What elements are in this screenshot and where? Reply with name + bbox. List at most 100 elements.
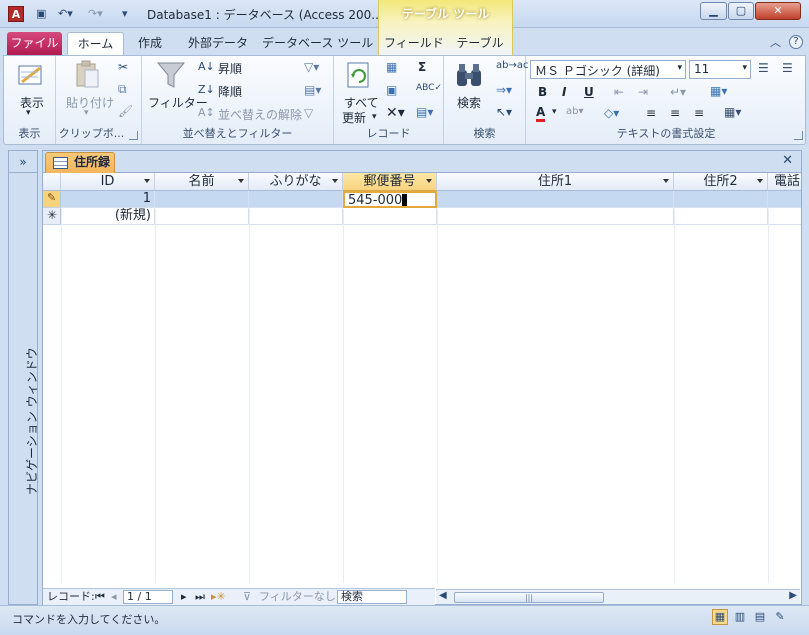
cell-new-address1[interactable] (437, 208, 674, 225)
cell-name[interactable] (155, 191, 249, 208)
format-painter-icon[interactable]: 🖌 (118, 104, 133, 118)
gridlines-icon[interactable]: ▦▾ (710, 84, 727, 98)
clipboard-launcher-icon[interactable] (129, 131, 138, 140)
advanced-filter-icon[interactable]: ▤▾ (304, 83, 321, 97)
cell-new-id[interactable]: (新規) (61, 208, 155, 225)
align-right-icon[interactable]: ≡ (694, 106, 704, 120)
bullets-icon[interactable]: ☰ (758, 61, 769, 75)
refresh-dropdown-icon[interactable]: ▾ (372, 112, 377, 122)
save-icon[interactable]: ▣ (36, 6, 46, 22)
text-format-launcher-icon[interactable] (794, 131, 803, 140)
redo-icon[interactable]: ↷▾ (88, 6, 103, 22)
view-icon[interactable] (16, 60, 46, 90)
tab-table[interactable]: テーブル (452, 32, 508, 55)
column-header-address2[interactable]: 住所2 (674, 173, 768, 191)
navigation-pane[interactable]: » ナビゲーション ウィンドウ (8, 150, 39, 605)
sort-ascending-icon[interactable]: A↓ (198, 60, 215, 73)
cell-new-furigana[interactable] (249, 208, 343, 225)
next-record-icon[interactable]: ▸ (181, 589, 187, 605)
paste-dropdown-icon[interactable]: ▾ (84, 108, 89, 118)
ribbon-minimize-icon[interactable]: ︿ (770, 34, 781, 50)
column-dropdown-icon[interactable] (332, 179, 338, 183)
cell-address2[interactable] (674, 191, 768, 208)
toggle-filter-icon[interactable]: ▽ (304, 106, 313, 120)
font-size-select[interactable]: 11 ▾ (689, 60, 751, 79)
delete-record-icon[interactable]: ✕▾ (386, 105, 405, 121)
record-search-input[interactable]: 検索 (337, 590, 407, 604)
tab-home[interactable]: ホーム (67, 32, 124, 55)
decrease-indent-icon[interactable]: ⇤ (614, 85, 624, 99)
font-name-dropdown-icon[interactable]: ▾ (677, 63, 682, 73)
column-header-id[interactable]: ID (61, 173, 155, 191)
copy-icon[interactable]: ⧉ (118, 82, 127, 97)
font-name-select[interactable]: ＭＳ Ｐゴシック (詳細) ▾ (530, 60, 686, 79)
increase-indent-icon[interactable]: ⇥ (638, 85, 648, 99)
cell-new-address2[interactable] (674, 208, 768, 225)
tab-file[interactable]: ファイル (7, 32, 62, 55)
numbering-icon[interactable]: ☰ (782, 61, 793, 75)
undo-icon[interactable]: ↶▾ (58, 6, 73, 22)
last-record-icon[interactable]: ⏭ (195, 589, 205, 605)
datasheet-grid[interactable]: ID 名前 ふりがな 郵便番号 住所1 住所2 電話 ✎ 1 545-000 ✳… (43, 173, 801, 583)
italic-icon[interactable]: I (562, 85, 566, 99)
tab-create[interactable]: 作成 (130, 32, 170, 55)
new-record-icon[interactable]: ▦ (386, 60, 397, 74)
refresh-all-icon[interactable] (344, 60, 374, 90)
goto-icon[interactable]: ⇒▾ (496, 83, 512, 97)
no-filter-icon[interactable]: ⊽ (243, 589, 251, 605)
refresh-all-line2[interactable]: 更新 (342, 109, 366, 126)
find-button[interactable]: 検索 (457, 94, 481, 111)
select-all-corner[interactable] (43, 173, 61, 191)
cell-id[interactable]: 1 (61, 191, 155, 208)
cell-new-postal[interactable] (343, 208, 437, 225)
sort-descending-icon[interactable]: Z↓ (198, 83, 215, 96)
sort-descending-button[interactable]: 降順 (218, 83, 242, 100)
cell-new-phone[interactable] (768, 208, 801, 225)
column-dropdown-icon[interactable] (426, 179, 432, 183)
datasheet-view-icon[interactable]: ▦ (712, 609, 728, 625)
current-record-input[interactable]: 1 / 1 (123, 590, 173, 604)
save-record-icon[interactable]: ▣ (386, 83, 397, 97)
new-blank-record-icon[interactable]: ▸✳ (211, 589, 226, 605)
cell-new-name[interactable] (155, 208, 249, 225)
first-record-icon[interactable]: ⏮ (95, 589, 105, 605)
spelling-icon[interactable]: ABC✓ (416, 83, 442, 93)
align-left-icon[interactable]: ≡ (646, 106, 656, 120)
column-header-postal-code[interactable]: 郵便番号 (343, 173, 437, 191)
scroll-left-icon[interactable]: ◀ (439, 590, 447, 601)
more-records-icon[interactable]: ▤▾ (416, 105, 433, 119)
font-size-dropdown-icon[interactable]: ▾ (742, 63, 747, 73)
tab-external-data[interactable]: 外部データ (182, 32, 254, 55)
row-selector-new[interactable]: ✳ (43, 208, 61, 225)
column-header-name[interactable]: 名前 (155, 173, 249, 191)
filter-status[interactable]: フィルターなし (259, 589, 336, 605)
view-button[interactable]: 表示 (20, 94, 44, 111)
cell-phone[interactable] (768, 191, 801, 208)
column-dropdown-icon[interactable] (144, 179, 150, 183)
cell-furigana[interactable] (249, 191, 343, 208)
bold-icon[interactable]: B (538, 85, 547, 99)
tab-database-tools[interactable]: データベース ツール (262, 32, 373, 55)
cell-postal-code-active[interactable]: 545-000 (343, 191, 437, 208)
cut-icon[interactable]: ✂ (118, 60, 128, 74)
underline-icon[interactable]: U (584, 85, 594, 99)
font-color-icon[interactable]: A (536, 106, 546, 122)
tab-fields[interactable]: フィールド (384, 32, 444, 55)
paragraph-direction-icon[interactable]: ↵▾ (670, 85, 686, 99)
nav-pane-toggle-icon[interactable]: » (9, 151, 37, 173)
alternate-row-color-icon[interactable]: ▦▾ (724, 105, 741, 119)
column-header-phone[interactable]: 電話 (768, 173, 801, 191)
view-dropdown-icon[interactable]: ▾ (26, 108, 31, 118)
access-app-icon[interactable]: A (8, 6, 24, 22)
selection-filter-icon[interactable]: ▽▾ (304, 60, 319, 74)
help-icon[interactable]: ? (789, 35, 803, 49)
clear-sort-icon[interactable]: A↕ (198, 106, 215, 119)
highlight-icon[interactable]: ab▾ (566, 106, 584, 117)
select-icon[interactable]: ↖▾ (496, 105, 512, 119)
minimize-button[interactable]: ▁ (700, 2, 727, 20)
quick-access-customize-icon[interactable]: ▾ (122, 6, 128, 22)
prev-record-icon[interactable]: ◂ (111, 589, 117, 605)
paste-button[interactable]: 貼り付け (66, 94, 114, 111)
maximize-button[interactable]: ▢ (728, 2, 754, 20)
sort-ascending-button[interactable]: 昇順 (218, 60, 242, 77)
